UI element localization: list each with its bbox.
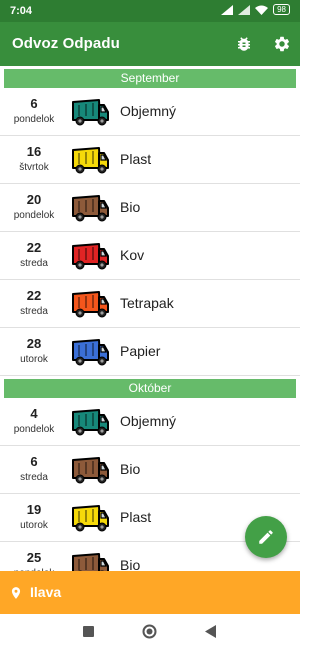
system-nav-bar — [0, 614, 300, 650]
edit-fab-button[interactable] — [245, 516, 287, 558]
settings-icon — [274, 36, 290, 52]
collection-row[interactable]: 22 streda Tetrapak — [0, 280, 300, 328]
battery-indicator: 98 — [273, 4, 290, 15]
collection-row[interactable]: 28 utorok Papier — [0, 328, 300, 376]
location-pin-icon — [11, 587, 21, 599]
day-number: 28 — [26, 336, 42, 351]
collection-list[interactable]: September 6 pondelok Objemný 16 štvrtok Plast 2… — [0, 66, 300, 571]
wifi-icon — [255, 5, 269, 15]
bug-report-button[interactable] — [232, 32, 256, 56]
signal-icon — [238, 4, 251, 15]
day-number: 22 — [26, 240, 42, 255]
day-number: 6 — [30, 96, 38, 111]
waste-type-label: Plast — [120, 151, 152, 167]
collection-row[interactable]: 16 štvrtok Plast — [0, 136, 300, 184]
pencil-icon — [259, 530, 273, 544]
app-bar: Odvoz Odpadu — [0, 22, 300, 66]
day-number: 25 — [26, 550, 42, 565]
garbage-truck-icon — [72, 339, 109, 366]
weekday-label: pondelok — [13, 424, 55, 435]
garbage-truck-icon — [72, 99, 109, 126]
status-icons: 98 — [221, 4, 290, 15]
garbage-truck-icon — [72, 243, 109, 270]
garbage-truck-icon — [72, 291, 109, 318]
waste-type-label: Bio — [120, 557, 141, 571]
collection-row[interactable]: 6 pondelok Objemný — [0, 88, 300, 136]
waste-type-label: Bio — [120, 199, 141, 215]
waste-type-label: Plast — [120, 509, 152, 525]
garbage-truck-icon — [72, 147, 109, 174]
weekday-label: streda — [20, 472, 48, 483]
day-number: 20 — [26, 192, 42, 207]
collection-row[interactable]: 4 pondelok Objemný — [0, 398, 300, 446]
weekday-label: štvrtok — [19, 162, 49, 173]
month-header: Október — [4, 379, 296, 398]
signal-icon — [221, 4, 234, 15]
waste-type-label: Bio — [120, 461, 141, 477]
collection-row[interactable]: 6 streda Bio — [0, 446, 300, 494]
weekday-label: streda — [20, 306, 48, 317]
waste-type-label: Papier — [120, 343, 161, 359]
bug-icon — [238, 37, 250, 51]
weekday-label: pondelok — [13, 210, 55, 221]
location-city: Ilava — [30, 584, 62, 600]
garbage-truck-icon — [72, 409, 109, 436]
back-button[interactable] — [205, 625, 216, 638]
day-number: 19 — [26, 502, 42, 517]
day-number: 16 — [26, 144, 42, 159]
recents-button[interactable] — [83, 626, 94, 637]
garbage-truck-icon — [72, 553, 109, 571]
app-title: Odvoz Odpadu — [12, 35, 120, 52]
status-time: 7:04 — [10, 5, 33, 17]
weekday-label: utorok — [20, 354, 48, 365]
garbage-truck-icon — [72, 505, 109, 532]
waste-type-label: Tetrapak — [120, 295, 174, 311]
settings-button[interactable] — [270, 32, 294, 56]
status-bar: 7:04 98 — [0, 0, 300, 22]
weekday-label: pondelok — [13, 114, 55, 125]
day-number: 4 — [30, 406, 38, 421]
collection-row[interactable]: 22 streda Kov — [0, 232, 300, 280]
month-header: September — [4, 69, 296, 88]
waste-type-label: Kov — [120, 247, 145, 263]
weekday-label: utorok — [20, 520, 48, 531]
waste-type-label: Objemný — [120, 413, 177, 429]
garbage-truck-icon — [72, 457, 109, 484]
location-bar[interactable]: Ilava — [0, 571, 300, 614]
waste-type-label: Objemný — [120, 103, 177, 119]
day-number: 22 — [26, 288, 42, 303]
weekday-label: streda — [20, 258, 48, 269]
day-number: 6 — [30, 454, 38, 469]
collection-row[interactable]: 20 pondelok Bio — [0, 184, 300, 232]
garbage-truck-icon — [72, 195, 109, 222]
home-button[interactable] — [142, 624, 157, 639]
